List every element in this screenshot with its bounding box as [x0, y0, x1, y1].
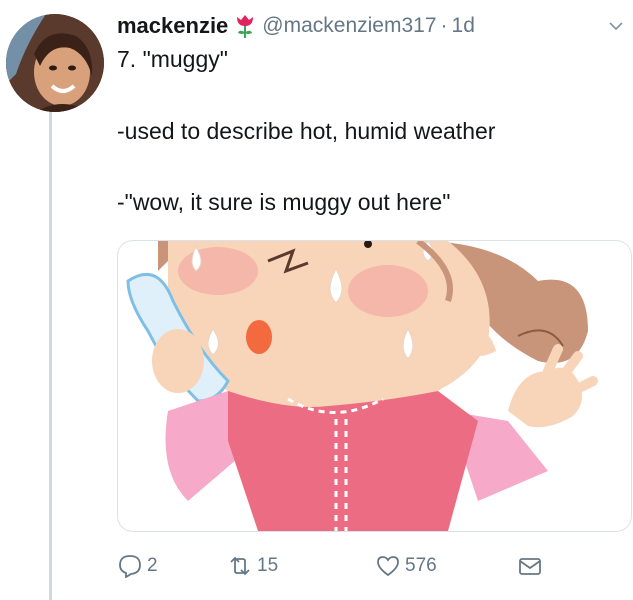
- display-name[interactable]: mackenzie: [117, 13, 228, 39]
- tweet-header: mackenzie @mackenziem317 · 1d: [117, 10, 625, 42]
- like-count: 576: [405, 555, 437, 576]
- retweet-icon: [230, 556, 250, 576]
- reply-icon: [119, 555, 141, 578]
- like-button[interactable]: 576: [375, 554, 517, 578]
- avatar-photo: [6, 14, 104, 112]
- tweet-text-line-3: -"wow, it sure is muggy out here": [117, 189, 451, 215]
- tweet-text-line-2: -used to describe hot, humid weather: [117, 118, 496, 144]
- tweet-text-line-1: 7. "muggy": [117, 46, 228, 72]
- retweet-count: 15: [257, 555, 279, 576]
- envelope-icon: [519, 558, 541, 575]
- chevron-down-icon[interactable]: [607, 17, 625, 35]
- reply-count: 2: [147, 555, 158, 576]
- tweet-actions: 2 15 576: [117, 548, 627, 584]
- reply-button[interactable]: 2: [117, 554, 227, 578]
- thread-line: [49, 112, 52, 600]
- direct-message-button[interactable]: [517, 554, 547, 578]
- avatar[interactable]: [6, 14, 104, 112]
- rose-icon: [237, 15, 254, 38]
- sweaty-girl-illustration: [118, 241, 631, 531]
- heart-icon: [377, 556, 399, 577]
- handle[interactable]: @mackenziem317: [262, 14, 436, 38]
- separator-dot: ·: [440, 14, 448, 37]
- retweet-button[interactable]: 15: [227, 554, 375, 578]
- tweet-image[interactable]: [117, 240, 632, 532]
- timestamp[interactable]: 1d: [452, 14, 475, 38]
